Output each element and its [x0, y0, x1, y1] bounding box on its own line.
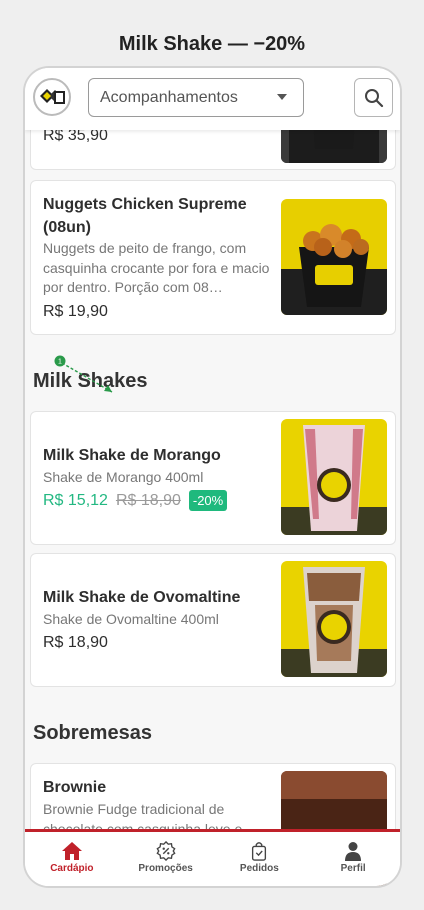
product-card[interactable]: Milk Shake de Morango Shake de Morango 4…	[30, 411, 396, 545]
nav-label: Perfil	[340, 863, 366, 874]
discount-badge: -20%	[188, 490, 228, 511]
price-row: R$ 15,12 R$ 18,90 -20%	[43, 490, 228, 511]
menu-list[interactable]: R$ 35,90 Nuggets Chicken Supreme (08un) …	[25, 68, 400, 886]
nav-pedidos[interactable]: Pedidos	[213, 832, 307, 886]
nav-cardapio[interactable]: Cardápio	[25, 832, 119, 886]
product-name: Brownie	[43, 779, 107, 796]
phone-frame: R$ 35,90 Nuggets Chicken Supreme (08un) …	[23, 66, 402, 888]
annotation-marker-number: 1	[58, 359, 62, 366]
product-price: R$ 18,90	[43, 634, 108, 651]
percent-badge-icon	[156, 841, 176, 861]
store-logo[interactable]	[33, 78, 71, 116]
product-description: Nuggets de peito de frango, com casquinh…	[43, 240, 270, 295]
category-select-value: Acompanhamentos	[100, 88, 238, 106]
product-card[interactable]: Nuggets Chicken Supreme (08un) Nuggets d…	[30, 180, 396, 335]
annotation-arrow: 1	[54, 355, 113, 393]
product-image	[281, 419, 387, 535]
page-title: Milk Shake — −20%	[118, 33, 306, 55]
product-price: R$ 19,90	[43, 303, 108, 320]
person-icon	[345, 842, 362, 861]
product-name: Milk Shake de Morango	[43, 447, 221, 464]
product-image	[281, 561, 387, 677]
product-description: Shake de Ovomaltine 400ml	[43, 611, 219, 627]
shopping-bag-icon	[252, 842, 267, 861]
nav-perfil[interactable]: Perfil	[306, 832, 400, 886]
nav-label: Promoções	[138, 863, 193, 874]
chevron-down-icon	[277, 94, 287, 100]
old-price: R$ 18,90	[115, 491, 181, 509]
nav-label: Pedidos	[239, 863, 279, 874]
category-select[interactable]: Acompanhamentos	[88, 78, 304, 117]
bottom-nav: Cardápio Promoções Pedidos Perfil	[25, 829, 400, 886]
top-bar: Acompanhamentos	[25, 68, 400, 130]
search-icon	[364, 88, 383, 107]
product-name: Nuggets Chicken Supreme (08un)	[43, 196, 247, 236]
section-title-sobremesas: Sobremesas	[33, 722, 152, 744]
product-card[interactable]: Milk Shake de Ovomaltine Shake de Ovomal…	[30, 553, 396, 687]
promo-price: R$ 15,12	[43, 491, 108, 509]
product-description: Shake de Morango 400ml	[43, 469, 204, 485]
product-name: Milk Shake de Ovomaltine	[43, 589, 241, 606]
product-image	[281, 199, 387, 315]
search-button[interactable]	[354, 78, 393, 117]
nav-promocoes[interactable]: Promoções	[119, 832, 213, 886]
home-icon	[61, 842, 82, 860]
nav-label: Cardápio	[50, 863, 94, 874]
